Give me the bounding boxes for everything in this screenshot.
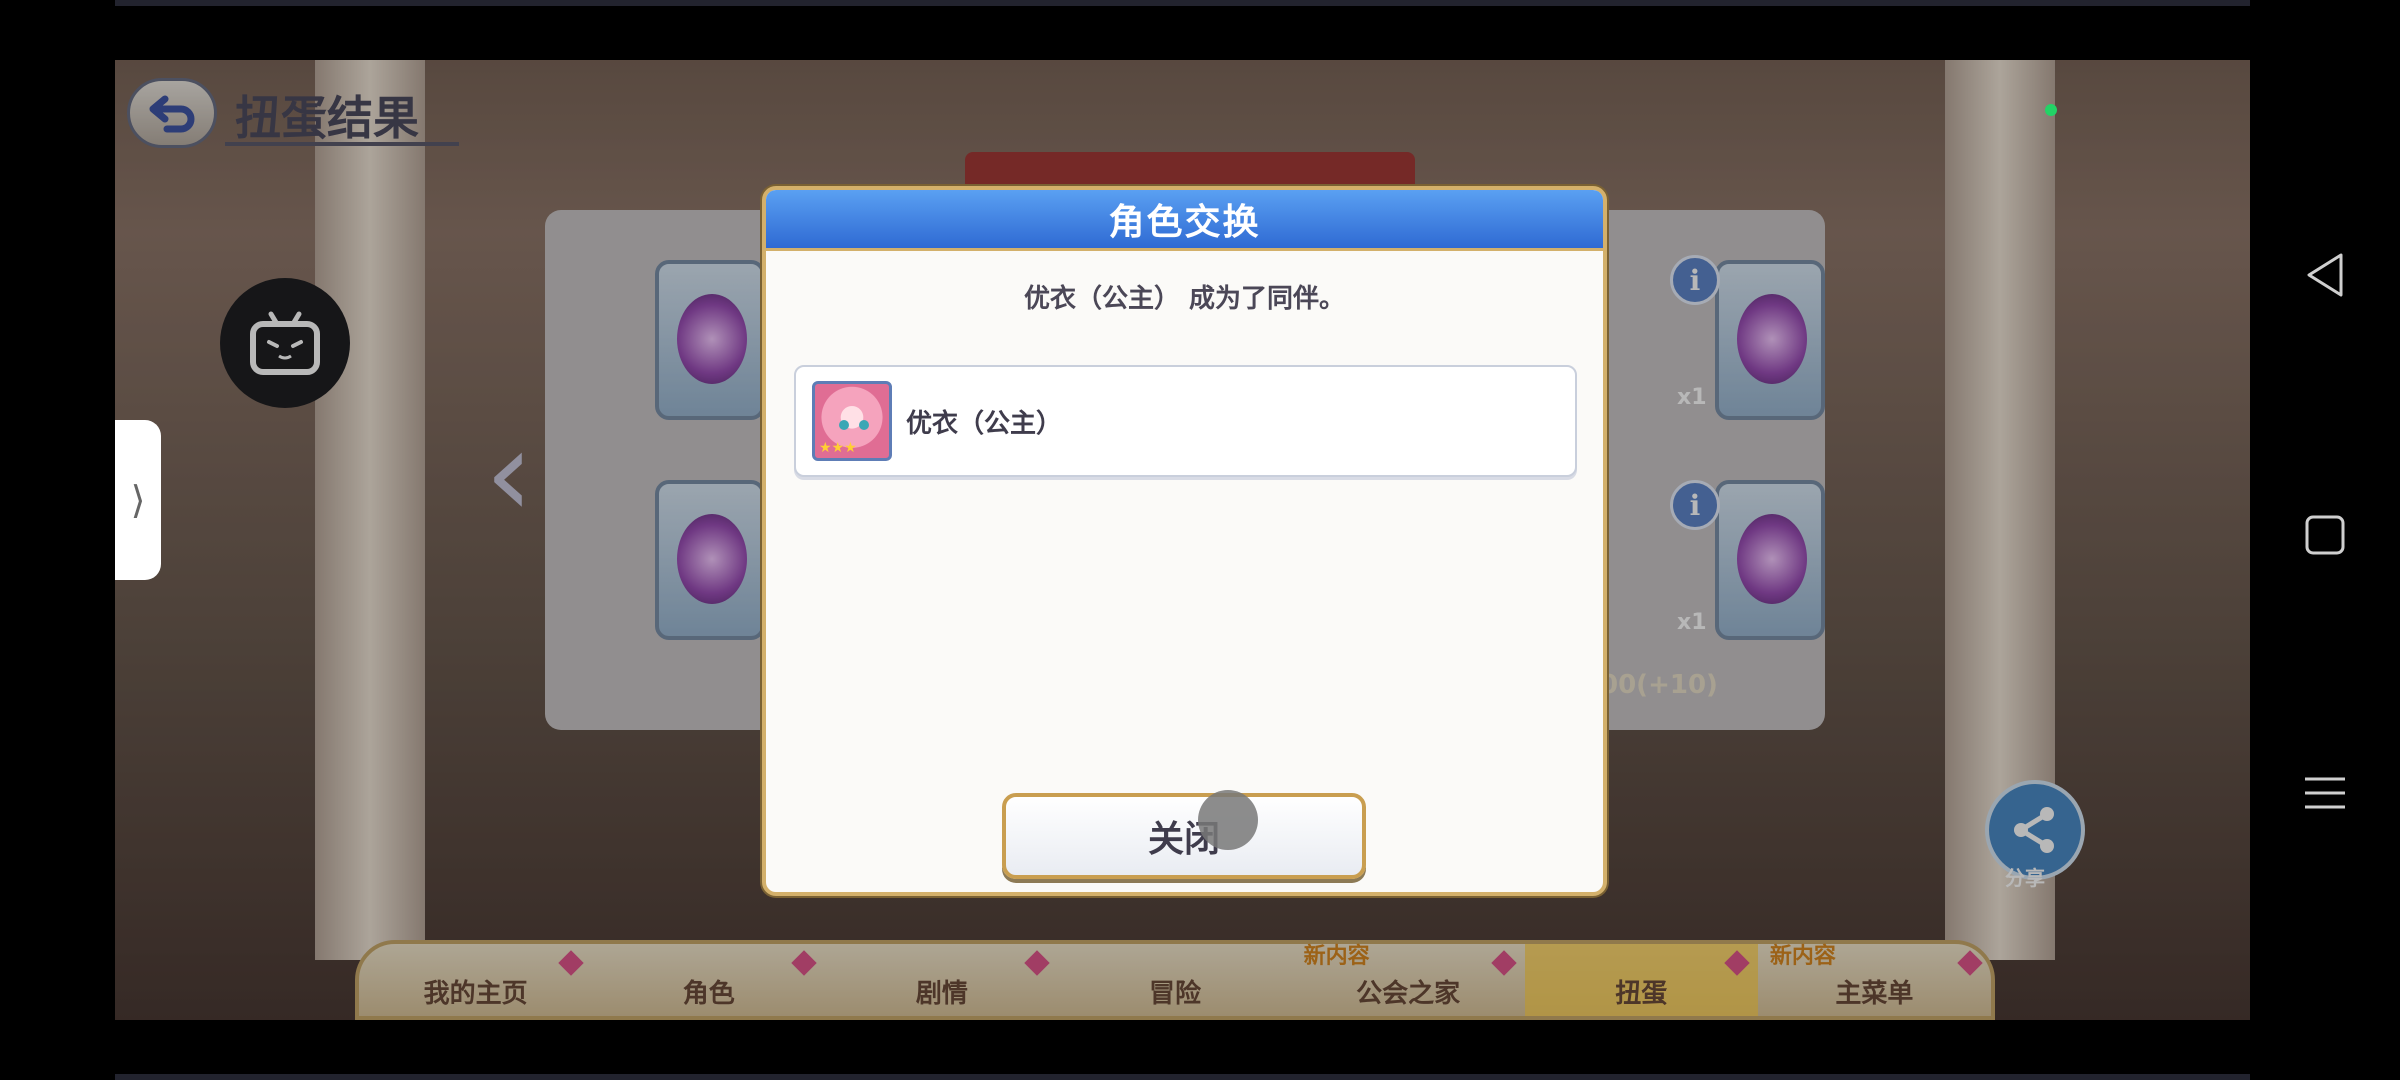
character-row: ★★★ 优衣（公主） [794,365,1577,477]
close-button[interactable]: 关闭 [1002,793,1366,879]
chevron-right-icon: ⟩ [130,478,146,522]
hamburger-menu-icon [2305,777,2345,809]
character-exchange-dialog: 角色交换 优衣（公主） 成为了同伴。 ★★★ 优衣（公主） 关闭 [762,186,1607,896]
dialog-message: 优衣（公主） 成为了同伴。 [1023,284,1346,314]
character-name: 优衣（公主） [906,408,1063,439]
portrait-eye [839,420,849,430]
touch-indicator [1198,790,1258,850]
star-rating-icon: ★★★ [819,440,857,456]
dialog-title: 角色交换 [766,190,1603,251]
status-indicator-dot [2045,104,2057,116]
system-back-button[interactable] [2300,250,2350,300]
bottom-edge-bar [115,1074,2250,1080]
system-home-button[interactable] [2300,510,2350,560]
square-home-icon [2305,515,2345,555]
character-portrait-icon: ★★★ [812,381,892,461]
portrait-eye [859,420,869,430]
system-nav-bar [2250,0,2400,1080]
top-edge-bar [115,0,2250,6]
triangle-back-icon [2307,253,2343,297]
side-drawer-tab[interactable]: ⟩ [115,420,161,580]
system-menu-button[interactable] [2300,768,2350,818]
